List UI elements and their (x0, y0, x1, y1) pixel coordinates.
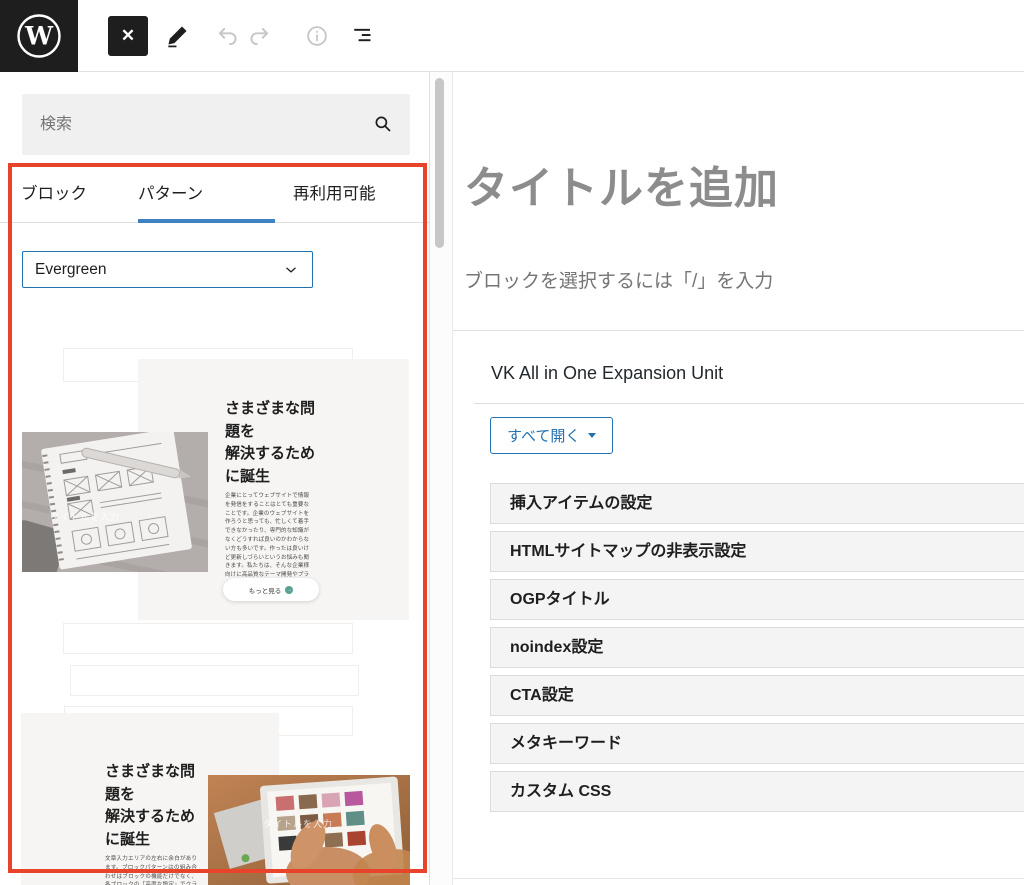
pattern-category-select[interactable]: Evergreen (22, 251, 313, 288)
expand-all-button[interactable]: すべて開く (490, 417, 613, 454)
pattern-preview-photo-notebook: タイトルを入力 (22, 432, 208, 572)
active-tab-indicator (138, 219, 275, 223)
pattern-body-text: 文章入力エリアの左右に余白があります。ブロックパターンはの組み合わせはブロックの… (105, 855, 197, 885)
pattern-item-5[interactable]: さまざまな問題を 解決するために誕生 文章入力エリアの左右に余白があります。ブロ… (0, 713, 430, 885)
more-button: もっと見る → (223, 578, 319, 601)
info-icon (304, 23, 330, 49)
pattern-item-1[interactable]: タイトルを入力 さまざまな問題を 解決するために誕生 企業にとってウェブサイトで… (0, 348, 430, 620)
notebook-wireframe-image (22, 432, 208, 572)
pencil-icon (164, 23, 190, 49)
accordion-item-ogp-title[interactable]: OGPタイトル (490, 579, 1024, 620)
accordion-item-noindex[interactable]: noindex設定 (490, 627, 1024, 668)
redo-icon (246, 23, 272, 49)
cover-title-overlay: タイトルを入力 (50, 510, 120, 523)
pattern-item-3[interactable] (0, 665, 430, 699)
accordion-item-sitemap-hide[interactable]: HTMLサイトマップの非表示設定 (490, 531, 1024, 572)
triangle-down-icon (588, 433, 596, 438)
accordion-item-meta-keywords[interactable]: メタキーワード (490, 723, 1024, 764)
pattern-preview-photo-tablet: タイトルを入力 (208, 775, 410, 885)
list-view-icon (351, 23, 377, 49)
scrollbar-track (430, 72, 452, 885)
editor-top-bar: W ✕ (0, 0, 1024, 72)
expand-all-label: すべて開く (507, 425, 580, 446)
metabox-separator (453, 330, 1024, 331)
block-inserter-toggle-button[interactable]: ✕ (108, 16, 148, 56)
wordpress-logo[interactable]: W (0, 0, 78, 72)
chevron-down-icon (282, 261, 300, 279)
accordion-item-cta[interactable]: CTA設定 (490, 675, 1024, 716)
tab-patterns[interactable]: パターン (138, 180, 203, 204)
redo-button[interactable] (245, 22, 273, 50)
more-button-label: もっと見る (249, 585, 282, 595)
wordpress-block-editor: W ✕ (0, 0, 1024, 885)
svg-text:W: W (24, 22, 54, 51)
details-button[interactable] (303, 22, 331, 50)
post-title-placeholder[interactable]: タイトルを追加 (464, 152, 779, 216)
metabox-title-underline (474, 403, 1024, 404)
pattern-placeholder-box (63, 623, 353, 654)
inserter-tabs: ブロック パターン 再利用可能 (0, 164, 430, 223)
search-box (22, 94, 410, 155)
editor-canvas: タイトルを追加 ブロックを選択するには「/」を入力 VK All in One … (452, 72, 1024, 885)
undo-button[interactable] (214, 22, 242, 50)
search-input[interactable] (22, 94, 410, 155)
pattern-item-2[interactable] (0, 623, 430, 657)
undo-icon (215, 23, 241, 49)
post-body-placeholder[interactable]: ブロックを選択するには「/」を入力 (464, 266, 773, 293)
pattern-heading: さまざまな問題を 解決するために誕生 (225, 398, 325, 488)
accordion-item-custom-css[interactable]: カスタム CSS (490, 771, 1024, 812)
tablet-hands-image (208, 775, 410, 885)
wordpress-logo-icon: W (16, 13, 62, 59)
close-icon: ✕ (121, 26, 135, 46)
tab-reusable[interactable]: 再利用可能 (293, 180, 376, 204)
canvas-bottom-edge (453, 878, 1024, 879)
pattern-heading: さまざまな問題を 解決するために誕生 (105, 761, 205, 851)
pattern-placeholder-box (70, 665, 359, 696)
tab-blocks[interactable]: ブロック (21, 180, 87, 204)
accordion-item-insert-settings[interactable]: 挿入アイテムの設定 (490, 483, 1024, 524)
cover-title-overlay: タイトルを入力 (263, 817, 333, 830)
edit-tool-button[interactable] (163, 22, 191, 50)
arrow-circle-icon: → (285, 586, 293, 594)
pattern-category-value: Evergreen (35, 261, 107, 279)
metabox-title: VK All in One Expansion Unit (491, 363, 723, 384)
list-view-button[interactable] (350, 22, 378, 50)
scrollbar-thumb[interactable] (435, 78, 444, 248)
search-icon (370, 111, 396, 137)
block-inserter-panel: ブロック パターン 再利用可能 Evergreen (0, 72, 430, 885)
